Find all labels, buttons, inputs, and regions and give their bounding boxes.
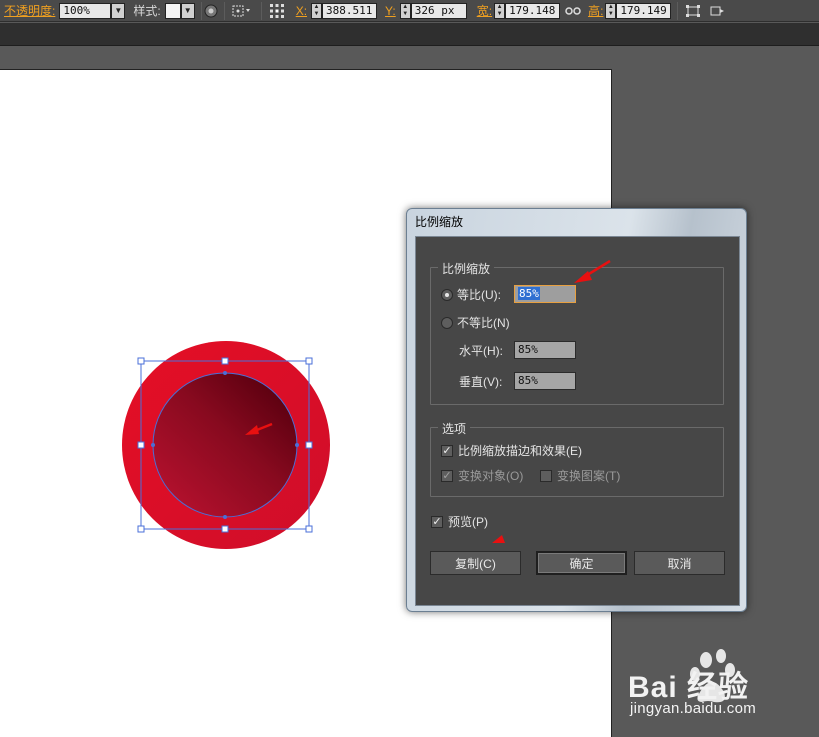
- annotation-arrow-icon: [574, 259, 611, 283]
- chevron-down-icon: ▼: [183, 6, 192, 15]
- uniform-radio[interactable]: [441, 288, 453, 301]
- x-input[interactable]: 388.511: [322, 2, 378, 19]
- annotation-arrow-icon: [492, 535, 505, 543]
- reference-point-icon: [269, 3, 284, 18]
- nonuniform-radio[interactable]: [441, 316, 453, 329]
- scale-strokes-checkbox[interactable]: ✓: [441, 444, 453, 457]
- align-options-button[interactable]: [229, 3, 255, 19]
- link-icon: [565, 6, 581, 15]
- options-group-title: 选项: [438, 420, 471, 437]
- preview-option[interactable]: ✓ 预览(P): [431, 513, 488, 530]
- separator: [260, 1, 262, 20]
- preview-checkbox[interactable]: ✓: [431, 515, 443, 528]
- panel-menu-button[interactable]: [708, 3, 726, 19]
- vertical-label: 垂直(V):: [459, 375, 503, 389]
- horizontal-label: 水平(H):: [459, 344, 503, 358]
- chevron-down-icon: ▼: [114, 6, 123, 15]
- transform-objects-label: 变换对象(O): [458, 469, 524, 483]
- resize-handle[interactable]: [221, 525, 229, 533]
- height-stepper[interactable]: ▲ ▼: [605, 2, 617, 19]
- document-tab-strip: [0, 23, 819, 46]
- transform-patterns-checkbox[interactable]: [540, 469, 552, 482]
- reference-point-button[interactable]: [268, 3, 286, 19]
- transform-button[interactable]: [684, 3, 702, 19]
- vertical-input[interactable]: 85%: [514, 372, 576, 390]
- height-label[interactable]: 高:: [588, 2, 603, 19]
- dialog-title: 比例缩放: [415, 215, 464, 229]
- transform-objects-option[interactable]: ✓ 变换对象(O): [441, 467, 523, 484]
- opacity-label[interactable]: 不透明度:: [4, 2, 55, 19]
- resize-handle[interactable]: [137, 441, 145, 449]
- width-label[interactable]: 宽:: [477, 2, 492, 19]
- width-input[interactable]: 179.148: [505, 2, 561, 19]
- nonuniform-option[interactable]: 不等比(N): [441, 314, 510, 331]
- control-bar: 不透明度: 100% ▼ 样式: ▼ X: ▲ ▼ 388.511 Y: ▲ ▼…: [0, 0, 819, 22]
- transform-patterns-label: 变换图案(T): [557, 469, 621, 483]
- resize-handle[interactable]: [137, 357, 145, 365]
- resize-handle[interactable]: [305, 441, 313, 449]
- horizontal-row: 水平(H):: [459, 342, 503, 359]
- resize-handle[interactable]: [137, 525, 145, 533]
- options-group: 选项 ✓ 比例缩放描边和效果(E) ✓ 变换对象(O) 变换图案(T): [430, 420, 724, 497]
- preview-label: 预览(P): [448, 515, 488, 529]
- horizontal-input[interactable]: 85%: [514, 341, 576, 359]
- vertical-row: 垂直(V):: [459, 373, 502, 390]
- recolor-button[interactable]: [202, 3, 220, 19]
- uniform-label: 等比(U):: [457, 288, 501, 302]
- y-label[interactable]: Y:: [385, 4, 396, 18]
- copy-button[interactable]: 复制(C): [430, 551, 521, 575]
- panel-menu-icon: [710, 6, 725, 15]
- scale-group-title: 比例缩放: [438, 260, 495, 277]
- constrain-proportions-button[interactable]: [564, 3, 582, 19]
- transform-patterns-option[interactable]: 变换图案(T): [540, 467, 620, 484]
- scale-strokes-option[interactable]: ✓ 比例缩放描边和效果(E): [441, 442, 582, 459]
- style-dropdown-button[interactable]: ▼: [180, 2, 195, 19]
- opacity-dropdown-button[interactable]: ▼: [111, 2, 126, 19]
- width-stepper[interactable]: ▲ ▼: [494, 2, 506, 19]
- watermark-brand: Bai 经验: [628, 671, 750, 704]
- style-swatch[interactable]: [164, 2, 181, 19]
- scale-dialog: 比例缩放 比例缩放 等比(U): 85% 不等比(N) 水平(H): 85% 垂…: [406, 208, 747, 612]
- anchor-point[interactable]: [151, 443, 155, 447]
- x-label[interactable]: X:: [296, 4, 307, 18]
- separator: [223, 1, 225, 20]
- artwork[interactable]: [112, 335, 352, 555]
- resize-handle[interactable]: [305, 357, 313, 365]
- anchor-point[interactable]: [295, 443, 299, 447]
- recolor-icon: [204, 4, 218, 17]
- dialog-body: 比例缩放 等比(U): 85% 不等比(N) 水平(H): 85% 垂直(V):…: [415, 236, 740, 606]
- y-input[interactable]: 326 px: [410, 2, 467, 19]
- opacity-input[interactable]: 100%: [59, 2, 112, 19]
- scale-strokes-label: 比例缩放描边和效果(E): [458, 444, 582, 458]
- height-input[interactable]: 179.149: [616, 2, 672, 19]
- transform-objects-checkbox[interactable]: ✓: [441, 469, 453, 482]
- transform-icon: [686, 4, 701, 17]
- y-stepper[interactable]: ▲ ▼: [399, 2, 411, 19]
- style-label: 样式:: [133, 4, 161, 18]
- align-grid-icon: [232, 5, 250, 16]
- resize-handle[interactable]: [305, 525, 313, 533]
- ok-button[interactable]: 确定: [536, 551, 627, 575]
- anchor-point[interactable]: [223, 515, 227, 519]
- nonuniform-label: 不等比(N): [457, 316, 510, 330]
- resize-handle[interactable]: [221, 357, 229, 365]
- uniform-option[interactable]: 等比(U):: [441, 286, 501, 303]
- x-stepper[interactable]: ▲ ▼: [311, 2, 323, 19]
- inner-gradient-circle[interactable]: [152, 372, 298, 518]
- cancel-button[interactable]: 取消: [634, 551, 725, 575]
- separator: [677, 1, 679, 20]
- anchor-point[interactable]: [223, 371, 227, 375]
